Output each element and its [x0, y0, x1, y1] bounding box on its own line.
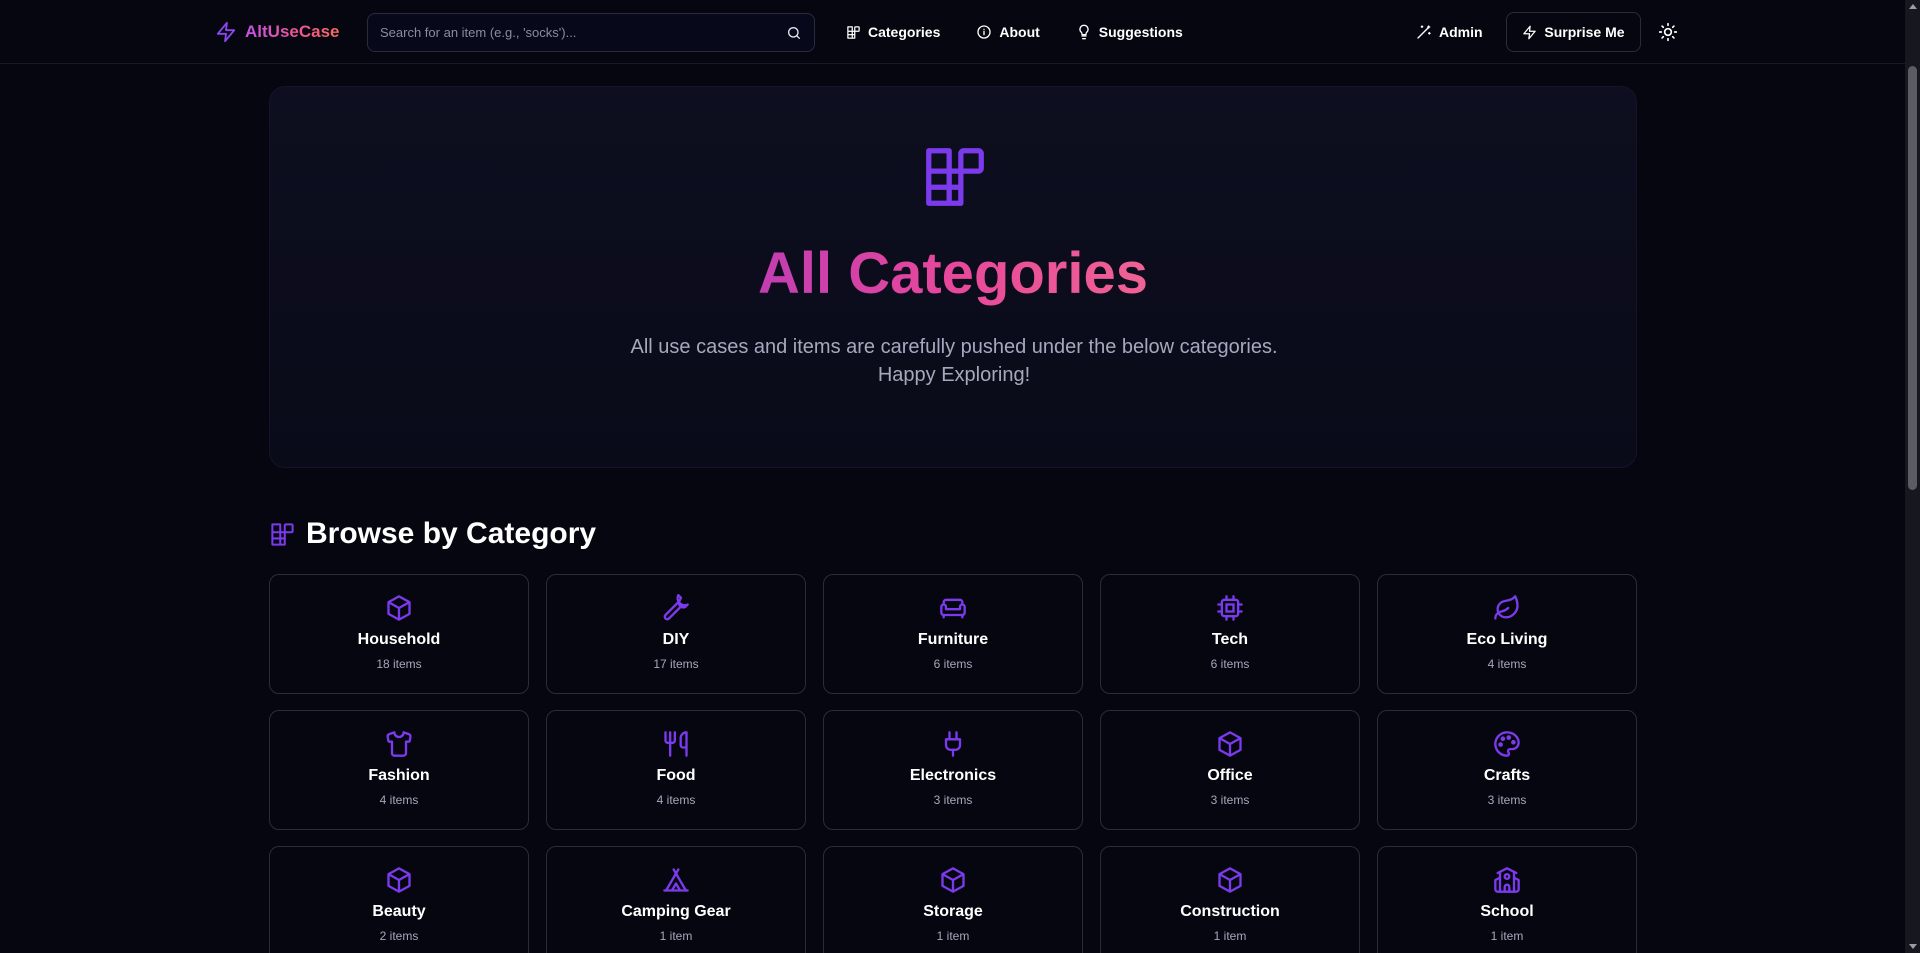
category-card-fashion[interactable]: Fashion 4 items: [269, 710, 529, 830]
scroll-thumb[interactable]: [1908, 66, 1917, 490]
category-count: 1 item: [936, 929, 970, 943]
shirt-icon: [385, 729, 413, 759]
sofa-icon: [939, 593, 967, 623]
hero-section: All Categories All use cases and items a…: [269, 86, 1637, 468]
box-icon: [939, 865, 967, 895]
category-count: 3 items: [933, 793, 973, 807]
categories-icon: [920, 142, 990, 212]
browse-title: Browse by Category: [306, 517, 597, 550]
page-title: All Categories: [758, 241, 1148, 306]
category-card-eco-living[interactable]: Eco Living 4 items: [1377, 574, 1637, 694]
logo-link[interactable]: AltUseCase: [215, 18, 340, 46]
category-name: Office: [1207, 767, 1253, 784]
category-card-office[interactable]: Office 3 items: [1100, 710, 1360, 830]
nav-suggestions[interactable]: Suggestions: [1076, 20, 1183, 44]
nav-categories[interactable]: Categories: [846, 20, 940, 44]
category-name: Crafts: [1483, 767, 1531, 784]
search-box[interactable]: [367, 13, 815, 52]
category-count: 2 items: [379, 929, 419, 943]
category-name: Food: [656, 767, 696, 784]
category-count: 1 item: [659, 929, 693, 943]
nav-categories-label: Categories: [868, 24, 941, 40]
hero-description: All use cases and items are carefully pu…: [630, 336, 1278, 386]
cpu-icon: [1216, 593, 1244, 623]
leaf-icon: [1493, 593, 1521, 623]
category-grid: Household 18 items DIY 17 items Furnitur…: [269, 574, 1637, 953]
category-card-diy[interactable]: DIY 17 items: [546, 574, 806, 694]
category-name: Household: [357, 631, 441, 648]
nav-about-label: About: [999, 24, 1040, 40]
category-count: 1 item: [1490, 929, 1524, 943]
top-navbar: AltUseCase Categories About Suggestions: [0, 0, 1905, 64]
search-input[interactable]: [380, 25, 786, 40]
categories-icon: [269, 521, 296, 548]
category-count: 17 items: [653, 657, 699, 671]
category-name: DIY: [662, 631, 690, 648]
category-name: School: [1480, 903, 1534, 920]
category-count: 1 item: [1213, 929, 1247, 943]
magic-wand-icon: [1416, 24, 1432, 40]
category-card-construction[interactable]: Construction 1 item: [1100, 846, 1360, 953]
main-nav: Categories About Suggestions: [846, 20, 1183, 44]
category-count: 4 items: [656, 793, 696, 807]
category-card-beauty[interactable]: Beauty 2 items: [269, 846, 529, 953]
category-card-school[interactable]: School 1 item: [1377, 846, 1637, 953]
scroll-down-arrow[interactable]: [1909, 944, 1917, 949]
category-name: Beauty: [372, 903, 426, 920]
category-card-tech[interactable]: Tech 6 items: [1100, 574, 1360, 694]
page-scrollbar[interactable]: [1905, 0, 1920, 953]
logo-text: AltUseCase: [245, 22, 340, 41]
category-card-food[interactable]: Food 4 items: [546, 710, 806, 830]
search-icon[interactable]: [786, 25, 802, 41]
scroll-up-arrow[interactable]: [1909, 4, 1917, 9]
lightbulb-icon: [1076, 24, 1092, 40]
lightning-icon: [215, 21, 237, 43]
category-name: Camping Gear: [621, 903, 731, 920]
browse-heading: Browse by Category: [269, 517, 596, 551]
category-count: 3 items: [1487, 793, 1527, 807]
nav-suggestions-label: Suggestions: [1098, 24, 1183, 40]
category-count: 4 items: [1487, 657, 1527, 671]
sun-icon: [1658, 22, 1678, 42]
admin-button[interactable]: Admin: [1416, 20, 1483, 44]
category-name: Electronics: [909, 767, 997, 784]
plug-icon: [939, 729, 967, 759]
category-count: 3 items: [1210, 793, 1250, 807]
category-count: 4 items: [379, 793, 419, 807]
theme-toggle-button[interactable]: [1658, 22, 1678, 42]
category-name: Eco Living: [1466, 631, 1548, 648]
surprise-me-label: Surprise Me: [1544, 24, 1625, 40]
category-card-camping-gear[interactable]: Camping Gear 1 item: [546, 846, 806, 953]
lightning-icon: [1522, 25, 1537, 40]
category-name: Furniture: [917, 631, 989, 648]
surprise-me-button[interactable]: Surprise Me: [1506, 12, 1641, 52]
admin-label: Admin: [1439, 24, 1483, 40]
palette-icon: [1493, 729, 1521, 759]
utensils-icon: [662, 729, 690, 759]
info-icon: [976, 24, 992, 40]
box-icon: [385, 865, 413, 895]
category-card-electronics[interactable]: Electronics 3 items: [823, 710, 1083, 830]
box-icon: [385, 593, 413, 623]
category-card-crafts[interactable]: Crafts 3 items: [1377, 710, 1637, 830]
box-icon: [1216, 865, 1244, 895]
category-count: 6 items: [1210, 657, 1250, 671]
category-count: 18 items: [376, 657, 422, 671]
category-name: Storage: [923, 903, 983, 920]
category-name: Construction: [1180, 903, 1280, 920]
category-card-furniture[interactable]: Furniture 6 items: [823, 574, 1083, 694]
category-name: Tech: [1211, 631, 1249, 648]
wrench-icon: [662, 593, 690, 623]
category-name: Fashion: [368, 767, 430, 784]
category-card-household[interactable]: Household 18 items: [269, 574, 529, 694]
school-icon: [1493, 865, 1521, 895]
nav-about[interactable]: About: [976, 20, 1040, 44]
category-card-storage[interactable]: Storage 1 item: [823, 846, 1083, 953]
category-count: 6 items: [933, 657, 973, 671]
categories-icon: [846, 25, 861, 40]
tent-icon: [662, 865, 690, 895]
box-icon: [1216, 729, 1244, 759]
